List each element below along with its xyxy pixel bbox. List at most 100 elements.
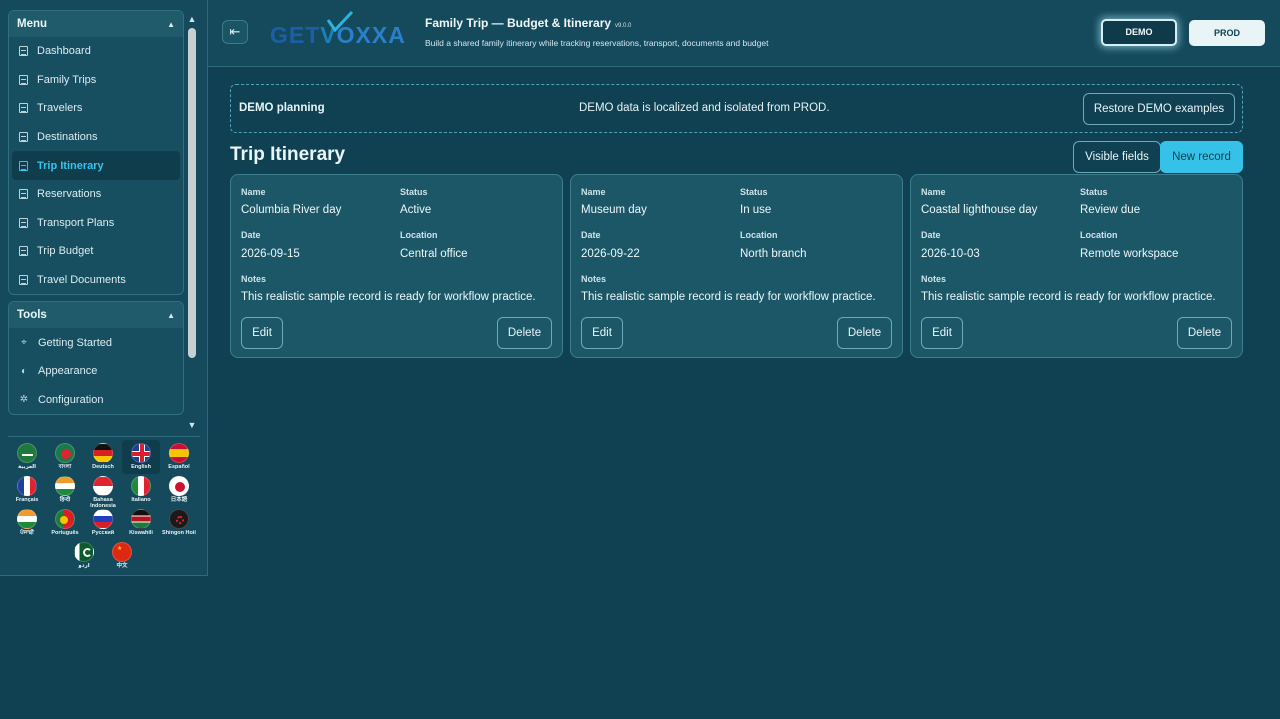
palette-icon: ◐ (20, 365, 28, 377)
language-arabic[interactable]: العربية (8, 443, 46, 470)
sidebar-item-reservations[interactable]: Reservations (9, 180, 183, 209)
language-indonesian[interactable]: Bahasa Indonesia (84, 476, 122, 509)
language-urdu[interactable]: اردو (65, 542, 103, 569)
language-picker: العربية বাংলা Deutsch English Español Fr… (8, 436, 200, 572)
language-label: Deutsch (92, 464, 114, 470)
sidebar-item-configuration[interactable]: ✲ Configuration (9, 386, 183, 415)
sidebar: Menu ▲ Dashboard Family Trips Travelers … (0, 0, 208, 576)
app-title: Family Trip — Budget & Itinerary v9.0.0 (425, 16, 631, 30)
russia-flag-icon (93, 509, 113, 529)
menu-group-header[interactable]: Menu ▲ (9, 11, 183, 37)
notes-label: Notes (581, 274, 607, 284)
language-japanese[interactable]: 日本語 (160, 476, 198, 503)
language-bengali[interactable]: বাংলা (46, 443, 84, 470)
record-name: Museum day (581, 204, 647, 216)
delete-button[interactable]: Delete (837, 317, 892, 349)
language-hindi[interactable]: हिन्दी (46, 476, 84, 503)
sidebar-item-appearance[interactable]: ◐ Appearance (9, 357, 183, 386)
kenya-flag-icon (131, 509, 151, 529)
portugal-flag-icon (55, 509, 75, 529)
restore-demo-button[interactable]: Restore DEMO examples (1083, 93, 1235, 125)
sidebar-item-travelers[interactable]: Travelers (9, 94, 183, 123)
page-title: Trip Itinerary (230, 144, 346, 165)
list-icon (19, 189, 28, 200)
language-french[interactable]: Français (8, 476, 46, 503)
language-spanish[interactable]: Español (160, 443, 198, 470)
language-chinese[interactable]: ★ 中文 (103, 542, 141, 569)
france-flag-icon (17, 476, 37, 496)
sidebar-scrollbar[interactable]: ▲ ▼ (185, 14, 199, 430)
germany-flag-icon (93, 443, 113, 463)
date-label: Date (921, 230, 941, 240)
collapse-sidebar-icon: ⇤ (229, 24, 241, 39)
language-label: Italiano (131, 497, 151, 503)
sidebar-item-label: Appearance (38, 365, 98, 378)
delete-button[interactable]: Delete (497, 317, 552, 349)
visible-fields-button[interactable]: Visible fields (1073, 141, 1161, 173)
sidebar-item-travel-documents[interactable]: Travel Documents (9, 266, 183, 295)
scroll-up-arrow-icon[interactable]: ▲ (187, 14, 197, 24)
top-bar: ⇤ GETVOXXA Family Trip — Budget & Itiner… (208, 0, 1280, 67)
language-swahili[interactable]: Kiswahili (122, 509, 160, 536)
name-label: Name (581, 187, 606, 197)
env-demo-button[interactable]: DEMO (1101, 19, 1177, 46)
language-shingon[interactable]: Shingon Hoii (160, 509, 198, 536)
sidebar-item-destinations[interactable]: Destinations (9, 123, 183, 152)
language-label: العربية (17, 464, 37, 470)
date-label: Date (241, 230, 261, 240)
sidebar-item-label: Dashboard (37, 45, 91, 58)
language-italian[interactable]: Italiano (122, 476, 160, 503)
app-version: v9.0.0 (615, 23, 632, 29)
edit-button[interactable]: Edit (581, 317, 623, 349)
date-label: Date (581, 230, 601, 240)
record-card: Name Status Coastal lighthouse day Revie… (910, 174, 1243, 358)
sidebar-item-getting-started[interactable]: ⌖ Getting Started (9, 328, 183, 357)
delete-button[interactable]: Delete (1177, 317, 1232, 349)
language-punjabi[interactable]: ਪੰਜਾਬੀ (8, 509, 46, 536)
sidebar-item-transport-plans[interactable]: Transport Plans (9, 209, 183, 238)
sidebar-item-trip-itinerary[interactable]: Trip Itinerary (12, 151, 180, 180)
new-record-button[interactable]: New record (1160, 141, 1243, 173)
pakistan-flag-icon (74, 542, 94, 562)
language-label: Русский (91, 530, 115, 536)
language-english[interactable]: English (122, 440, 160, 474)
italy-flag-icon (131, 476, 151, 496)
status-label: Status (400, 187, 428, 197)
notes-label: Notes (241, 274, 267, 284)
banner-message: DEMO data is localized and isolated from… (579, 102, 830, 114)
list-icon (19, 103, 28, 114)
scroll-thumb[interactable] (188, 28, 196, 358)
record-date: 2026-09-15 (241, 248, 300, 260)
collapse-sidebar-button[interactable]: ⇤ (222, 20, 248, 44)
sidebar-item-trip-budget[interactable]: Trip Budget (9, 237, 183, 266)
edit-button[interactable]: Edit (241, 317, 283, 349)
edit-button[interactable]: Edit (921, 317, 963, 349)
language-german[interactable]: Deutsch (84, 443, 122, 470)
sidebar-item-label: Travel Documents (37, 274, 126, 287)
indonesia-flag-icon (93, 476, 113, 496)
record-location: North branch (740, 248, 807, 260)
china-flag-icon: ★ (112, 542, 132, 562)
record-card: Name Status Columbia River day Active Da… (230, 174, 563, 358)
env-prod-button[interactable]: PROD (1189, 20, 1265, 46)
list-icon (19, 217, 28, 228)
language-label: हिन्दी (59, 497, 71, 503)
scroll-down-arrow-icon[interactable]: ▼ (187, 420, 197, 430)
sidebar-item-label: Trip Itinerary (37, 159, 104, 172)
tools-group-header[interactable]: Tools ▲ (9, 302, 183, 329)
app-subtitle: Build a shared family itinerary while tr… (425, 38, 769, 48)
list-icon (19, 132, 28, 143)
pointer-icon: ⌖ (21, 337, 27, 349)
status-label: Status (1080, 187, 1108, 197)
language-russian[interactable]: Русский (84, 509, 122, 536)
sidebar-item-label: Family Trips (37, 73, 97, 86)
record-location: Remote workspace (1080, 248, 1179, 260)
status-label: Status (740, 187, 768, 197)
tools-group-title: Tools (17, 309, 47, 322)
language-label: Português (51, 530, 79, 536)
name-label: Name (921, 187, 946, 197)
sidebar-item-dashboard[interactable]: Dashboard (9, 37, 183, 66)
collapse-caret-icon: ▲ (167, 19, 175, 29)
sidebar-item-family-trips[interactable]: Family Trips (9, 66, 183, 95)
language-portuguese[interactable]: Português (46, 509, 84, 536)
